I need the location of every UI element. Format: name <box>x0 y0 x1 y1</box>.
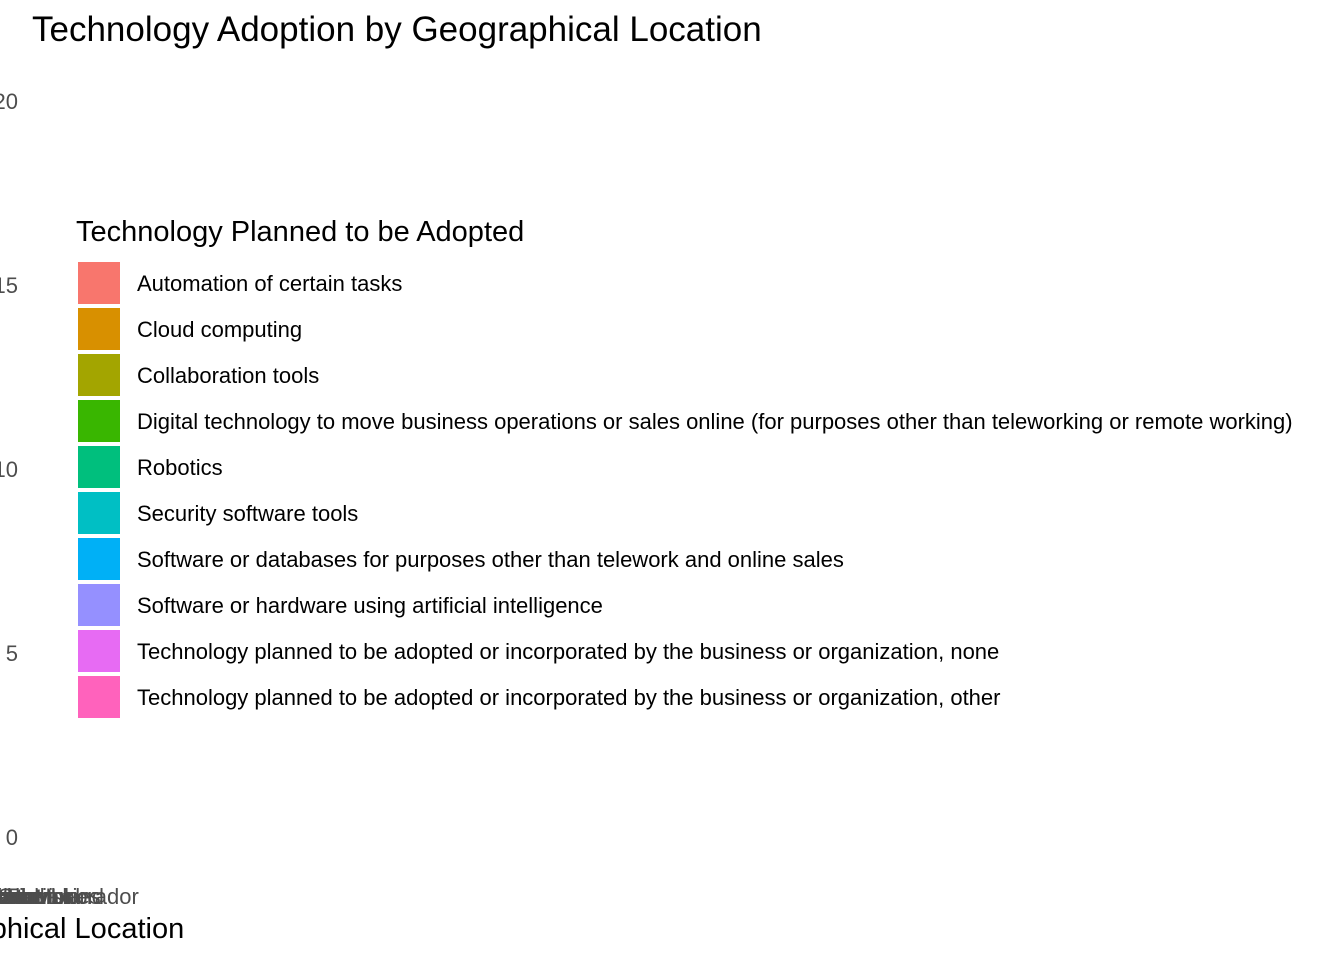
chart-title: Technology Adoption by Geographical Loca… <box>32 10 762 49</box>
legend-item: Technology planned to be adopted or inco… <box>78 630 999 672</box>
legend-swatch <box>78 400 120 442</box>
y-tick-label: 10 <box>0 457 18 482</box>
x-axis: CanadaNewfoundland and LabradorPrince Ed… <box>0 884 139 909</box>
legend-item: Robotics <box>78 446 223 488</box>
legend-swatch <box>78 492 120 534</box>
y-axis: 0 5 10 15 20 <box>0 89 18 850</box>
y-tick-label: 20 <box>0 89 18 114</box>
legend-label: Technology planned to be adopted or inco… <box>137 639 999 664</box>
legend-item: Technology planned to be adopted or inco… <box>78 676 1000 718</box>
legend-swatch <box>78 676 120 718</box>
legend-swatch <box>78 262 120 304</box>
legend-title: Technology Planned to be Adopted <box>76 216 524 248</box>
legend-swatch <box>78 584 120 626</box>
legend-item: Security software tools <box>78 492 358 534</box>
y-tick-label: 15 <box>0 273 18 298</box>
legend-entries: Automation of certain tasks Cloud computi… <box>78 262 1293 718</box>
legend-item: Digital technology to move business oper… <box>78 400 1293 442</box>
legend-label: Technology planned to be adopted or inco… <box>137 685 1000 710</box>
legend-label: Security software tools <box>137 501 358 526</box>
x-tick-label: Nunavut <box>0 884 41 909</box>
legend-swatch <box>78 446 120 488</box>
legend-item: Cloud computing <box>78 308 302 350</box>
legend-label: Robotics <box>137 455 223 480</box>
legend-label: Collaboration tools <box>137 363 319 388</box>
legend-item: Automation of certain tasks <box>78 262 402 304</box>
legend-item: Software or hardware using artificial in… <box>78 584 603 626</box>
legend-label: Software or hardware using artificial in… <box>137 593 603 618</box>
legend-label: Software or databases for purposes other… <box>137 547 844 572</box>
chart: Technology Adoption by Geographical Loca… <box>0 10 1293 945</box>
legend-item: Collaboration tools <box>78 354 319 396</box>
legend: Technology Planned to be Adopted Automat… <box>76 216 1293 718</box>
legend-label: Digital technology to move business oper… <box>137 409 1293 434</box>
legend-label: Automation of certain tasks <box>137 271 402 296</box>
legend-swatch <box>78 354 120 396</box>
x-axis-title: Geographical Location <box>0 913 184 945</box>
legend-label: Cloud computing <box>137 317 302 342</box>
legend-swatch <box>78 630 120 672</box>
y-tick-label: 0 <box>6 825 18 850</box>
legend-swatch <box>78 308 120 350</box>
legend-item: Software or databases for purposes other… <box>78 538 844 580</box>
legend-swatch <box>78 538 120 580</box>
y-tick-label: 5 <box>6 641 18 666</box>
